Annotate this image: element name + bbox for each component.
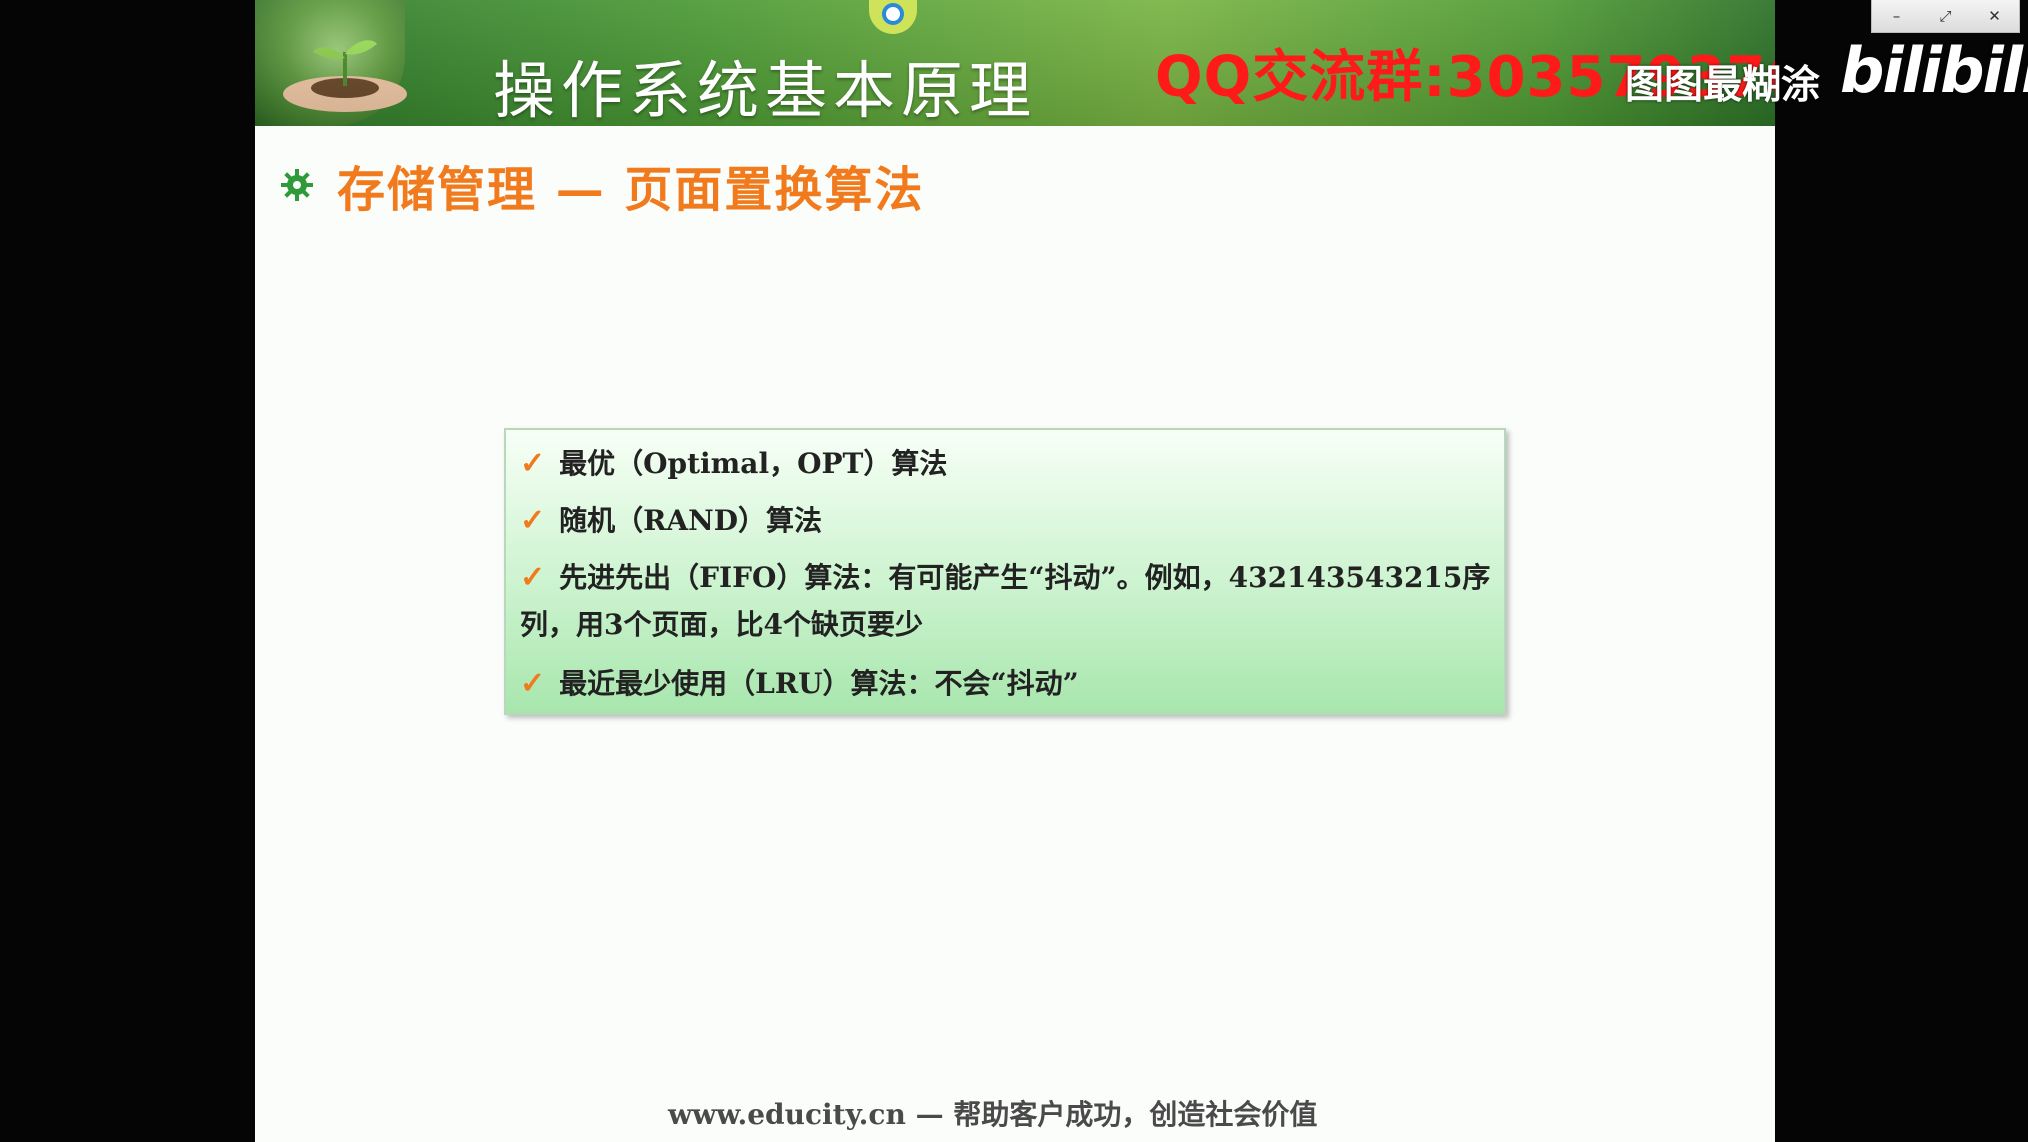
minimize-button[interactable]: – <box>1877 2 1917 30</box>
list-item-fifo: ✓ 先进先出（FIFO）算法：有可能产生“抖动”。例如，432143543215序… <box>520 554 1500 648</box>
list-item-text: 随机（RAND）算法 <box>559 504 823 537</box>
algorithm-list-box: ✓ 最优（Optimal，OPT）算法 ✓ 随机（RAND）算法 ✓ 先进先出（FIF… <box>504 428 1506 715</box>
check-icon: ✓ <box>520 560 546 595</box>
list-item-text: 先进先出（FIFO）算法：有可能产生“抖动”。例如，432143543215序列… <box>520 561 1491 641</box>
list-item-text: 最近最少使用（LRU）算法：不会“抖动” <box>559 667 1079 700</box>
close-button[interactable]: ✕ <box>1975 2 2015 30</box>
check-icon: ✓ <box>520 503 546 538</box>
slide-banner: 操作系统基本原理 QQ交流群:303579376 <box>255 0 1775 127</box>
gear-bullet-icon <box>281 169 313 201</box>
subtitle-row: 存储管理 — 页面置换算法 <box>279 150 924 220</box>
list-item-rand: ✓ 随机（RAND）算法 <box>520 497 822 544</box>
list-item-opt: ✓ 最优（Optimal，OPT）算法 <box>520 440 947 487</box>
list-item-lru: ✓ 最近最少使用（LRU）算法：不会“抖动” <box>520 660 1079 707</box>
check-icon: ✓ <box>520 666 546 701</box>
slide: 操作系统基本原理 QQ交流群:303579376 存储管理 — 页面置换算法 ✓… <box>255 0 1775 1142</box>
banner-title: 操作系统基本原理 <box>493 54 1038 127</box>
list-item-text: 最优（Optimal，OPT）算法 <box>559 447 948 480</box>
check-icon: ✓ <box>520 446 546 481</box>
uploader-watermark: 图图最糊涂 <box>1625 63 1821 108</box>
bilibili-logo: bilibili <box>1840 34 2028 107</box>
slide-footer: www.educity.cn — 帮助客户成功，创造社会价值 <box>668 1098 1318 1131</box>
window-controls: – ⤢ ✕ <box>1871 0 2020 33</box>
slide-subtitle: 存储管理 — 页面置换算法 <box>337 162 925 218</box>
restore-button[interactable]: ⤢ <box>1926 2 1966 30</box>
